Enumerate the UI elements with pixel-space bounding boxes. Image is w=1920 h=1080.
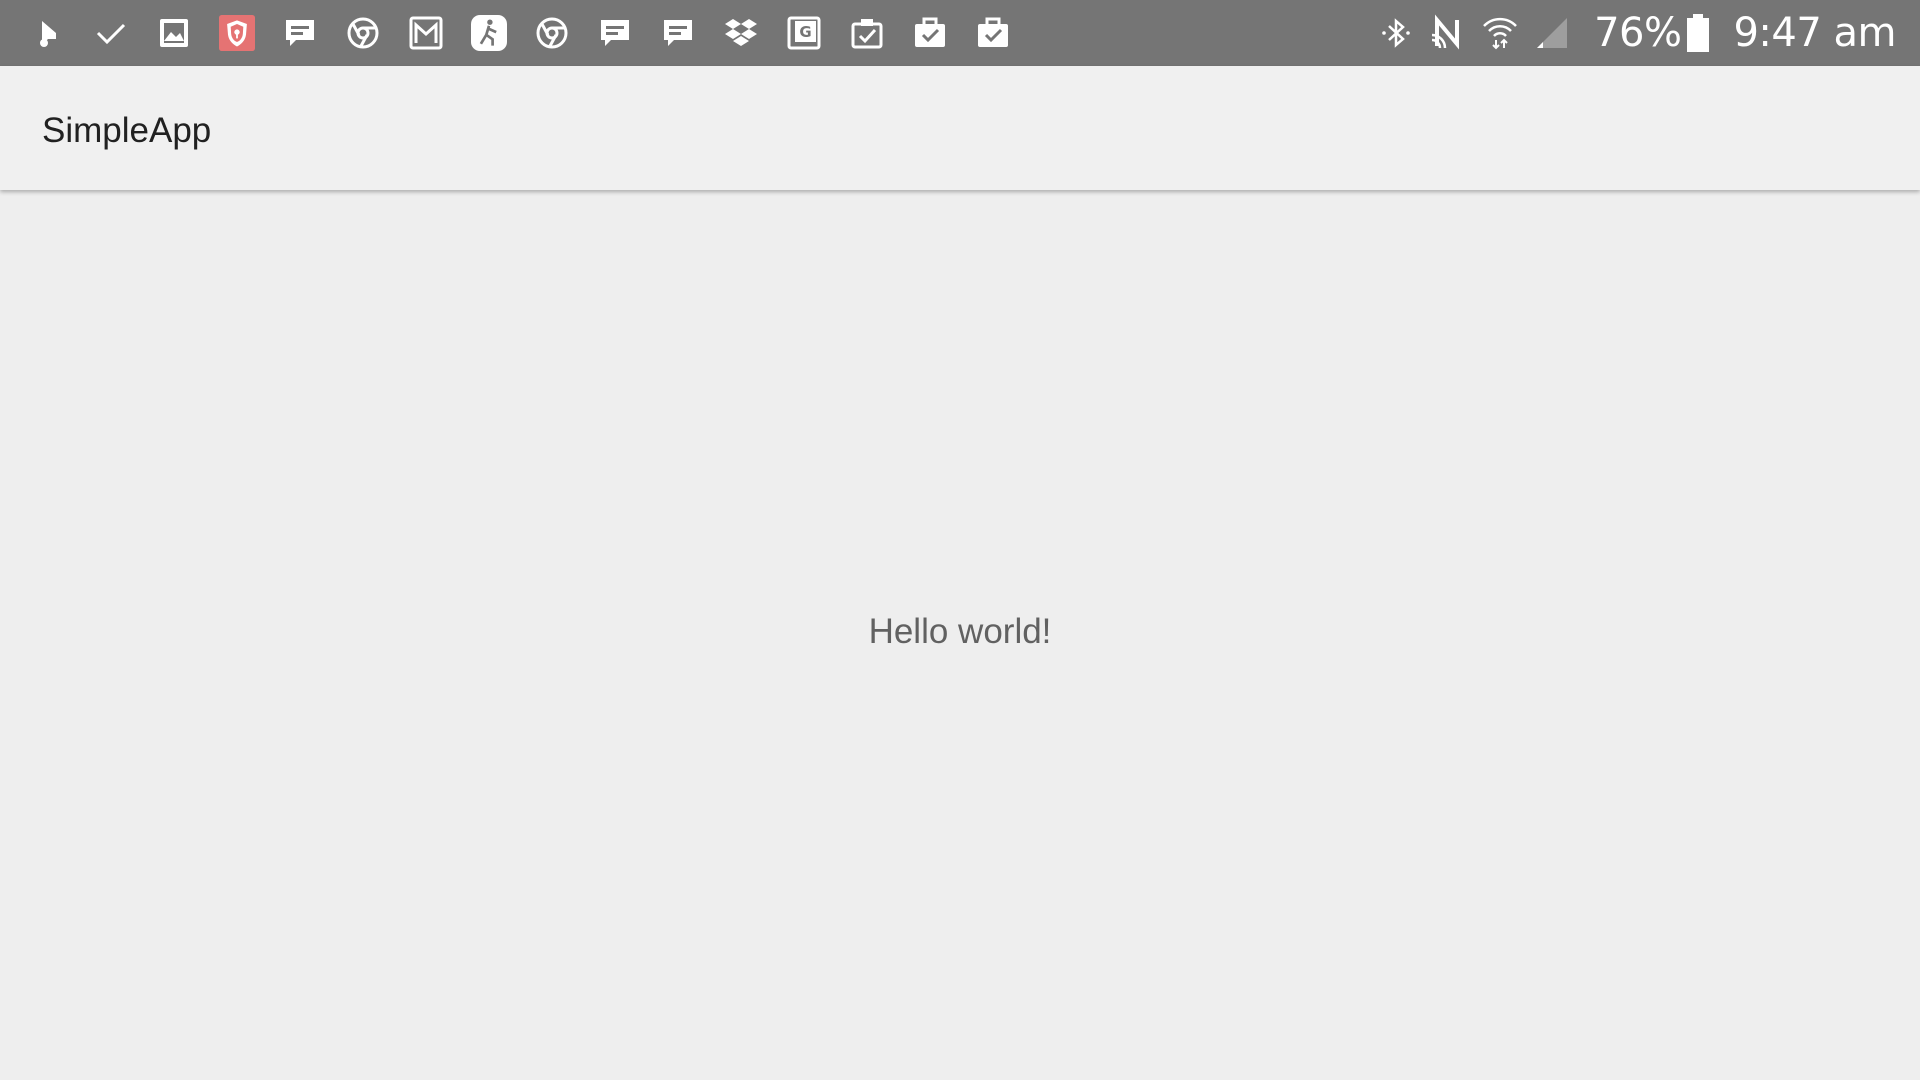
clipboard-check-icon <box>847 13 887 53</box>
message-icon <box>280 13 320 53</box>
system-status-icons: 76% 9:47 am <box>1376 0 1896 66</box>
gmail-icon <box>406 13 446 53</box>
message-icon <box>595 13 635 53</box>
app-title: SimpleApp <box>42 111 212 150</box>
hello-message: Hello world! <box>868 612 1052 651</box>
fitness-icon <box>469 13 509 53</box>
checkmark-icon <box>91 13 131 53</box>
google-photos-icon: G <box>784 13 824 53</box>
chrome-icon <box>343 13 383 53</box>
chrome-icon <box>532 13 572 53</box>
briefcase-check-icon <box>973 13 1013 53</box>
message-icon <box>658 13 698 53</box>
battery-icon <box>1685 13 1711 53</box>
main-content: Hello world! <box>0 190 1920 1080</box>
location-pin-icon <box>28 13 68 53</box>
image-icon <box>154 13 194 53</box>
briefcase-check-icon <box>910 13 950 53</box>
cell-signal-icon <box>1532 13 1572 53</box>
nfc-icon <box>1428 13 1468 53</box>
status-bar: G 76% 9:47 am <box>0 0 1920 66</box>
wifi-icon <box>1480 13 1520 53</box>
dropbox-icon <box>721 13 761 53</box>
status-clock: 9:47 am <box>1733 10 1896 56</box>
svg-text:G: G <box>799 23 811 41</box>
app-bar: SimpleApp <box>0 66 1920 190</box>
notification-icons: G <box>28 0 1036 66</box>
shield-app-icon <box>217 13 257 53</box>
bluetooth-icon <box>1376 13 1416 53</box>
battery-percent: 76% <box>1594 10 1682 56</box>
